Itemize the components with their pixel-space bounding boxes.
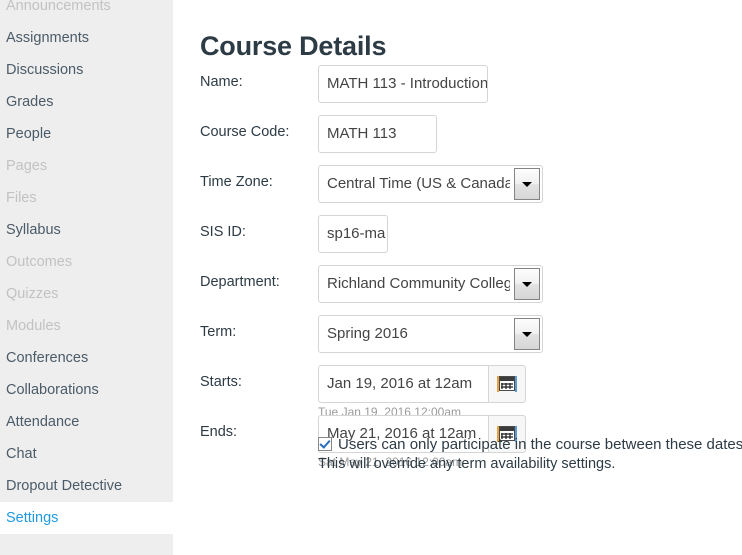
name-label: Name: bbox=[200, 74, 243, 90]
sidebar-item-grades[interactable]: Grades bbox=[0, 86, 173, 118]
sidebar-item-attendance[interactable]: Attendance bbox=[0, 406, 173, 438]
restrict-participation-label: Users can only participate in the course… bbox=[338, 435, 742, 453]
course-navigation-sidebar: Announcements Assignments Discussions Grade… bbox=[0, 0, 173, 555]
field-row-name: Name: MATH 113 - Introduction bbox=[173, 62, 742, 112]
sis-id-field-wrap: sp16-ma bbox=[318, 215, 388, 253]
field-row-course-code: Course Code: MATH 113 bbox=[173, 112, 742, 162]
course-name-input[interactable]: MATH 113 - Introduction bbox=[318, 65, 488, 103]
sidebar-item-syllabus[interactable]: Syllabus bbox=[0, 214, 173, 246]
term-selected-value: Spring 2016 bbox=[327, 325, 408, 342]
time-zone-select[interactable]: Central Time (US & Canada) bbox=[318, 165, 543, 203]
sis-id-input[interactable]: sp16-ma bbox=[318, 215, 388, 253]
course-code-input[interactable]: MATH 113 bbox=[318, 115, 437, 153]
field-row-department: Department: Richland Community College bbox=[173, 262, 742, 312]
sidebar-item-pages[interactable]: Pages bbox=[0, 150, 173, 182]
sidebar-item-files[interactable]: Files bbox=[0, 182, 173, 214]
field-row-term: Term: Spring 2016 bbox=[173, 312, 742, 362]
sidebar-item-conferences[interactable]: Conferences bbox=[0, 342, 173, 374]
time-zone-field-wrap: Central Time (US & Canada) bbox=[318, 165, 543, 203]
department-field-wrap: Richland Community College bbox=[318, 265, 543, 303]
restrict-participation-checkbox[interactable] bbox=[318, 437, 332, 451]
sidebar-item-settings[interactable]: Settings bbox=[0, 502, 173, 534]
starts-label: Starts: bbox=[200, 374, 242, 390]
restrict-participation-row[interactable]: Users can only participate in the course… bbox=[318, 434, 742, 454]
calendar-icon bbox=[499, 376, 515, 391]
sidebar-item-assignments[interactable]: Assignments bbox=[0, 22, 173, 54]
starts-calendar-button[interactable] bbox=[488, 365, 526, 403]
calendar-icon-edge-right bbox=[515, 376, 517, 392]
chevron-down-icon[interactable] bbox=[514, 268, 540, 300]
name-field-wrap: MATH 113 - Introduction bbox=[318, 65, 488, 103]
page-title: Course Details bbox=[200, 31, 387, 62]
sidebar-item-quizzes[interactable]: Quizzes bbox=[0, 278, 173, 310]
ends-label: Ends: bbox=[200, 424, 238, 440]
department-selected-value: Richland Community College bbox=[327, 275, 510, 292]
main-content: Course Details Name: MATH 113 - Introduc… bbox=[173, 0, 742, 555]
course-code-field-wrap: MATH 113 bbox=[318, 115, 437, 153]
term-field-wrap: Spring 2016 bbox=[318, 315, 543, 353]
override-note: This will override any term availability… bbox=[318, 456, 616, 472]
sis-id-label: SIS ID: bbox=[200, 224, 246, 240]
sidebar-item-dropout-detective[interactable]: Dropout Detective bbox=[0, 470, 173, 502]
department-select[interactable]: Richland Community College bbox=[318, 265, 543, 303]
sidebar-item-chat[interactable]: Chat bbox=[0, 438, 173, 470]
restrict-participation-block: Users can only participate in the course… bbox=[318, 434, 742, 454]
term-label: Term: bbox=[200, 324, 237, 340]
chevron-down-icon[interactable] bbox=[514, 318, 540, 350]
sidebar-item-announcements[interactable]: Announcements bbox=[0, 0, 173, 22]
time-zone-label: Time Zone: bbox=[200, 174, 273, 190]
time-zone-selected-value: Central Time (US & Canada) bbox=[327, 175, 510, 192]
department-label: Department: bbox=[200, 274, 280, 290]
course-details-form: Name: MATH 113 - Introduction Course Cod… bbox=[173, 62, 742, 469]
sidebar-item-outcomes[interactable]: Outcomes bbox=[0, 246, 173, 278]
starts-date-input[interactable]: Jan 19, 2016 at 12am bbox=[318, 365, 488, 403]
sidebar-item-people[interactable]: People bbox=[0, 118, 173, 150]
sidebar-item-discussions[interactable]: Discussions bbox=[0, 54, 173, 86]
field-row-starts: Starts: Jan 19, 2016 at 12am Tue Jan 19,… bbox=[173, 362, 742, 419]
starts-datebox: Jan 19, 2016 at 12am bbox=[318, 365, 526, 403]
course-code-label: Course Code: bbox=[200, 124, 290, 140]
field-row-time-zone: Time Zone: Central Time (US & Canada) bbox=[173, 162, 742, 212]
sidebar-item-modules[interactable]: Modules bbox=[0, 310, 173, 342]
term-select[interactable]: Spring 2016 bbox=[318, 315, 543, 353]
chevron-down-icon[interactable] bbox=[514, 168, 540, 200]
field-row-sis-id: SIS ID: sp16-ma bbox=[173, 212, 742, 262]
sidebar-item-collaborations[interactable]: Collaborations bbox=[0, 374, 173, 406]
starts-field-wrap: Jan 19, 2016 at 12am bbox=[318, 365, 526, 403]
